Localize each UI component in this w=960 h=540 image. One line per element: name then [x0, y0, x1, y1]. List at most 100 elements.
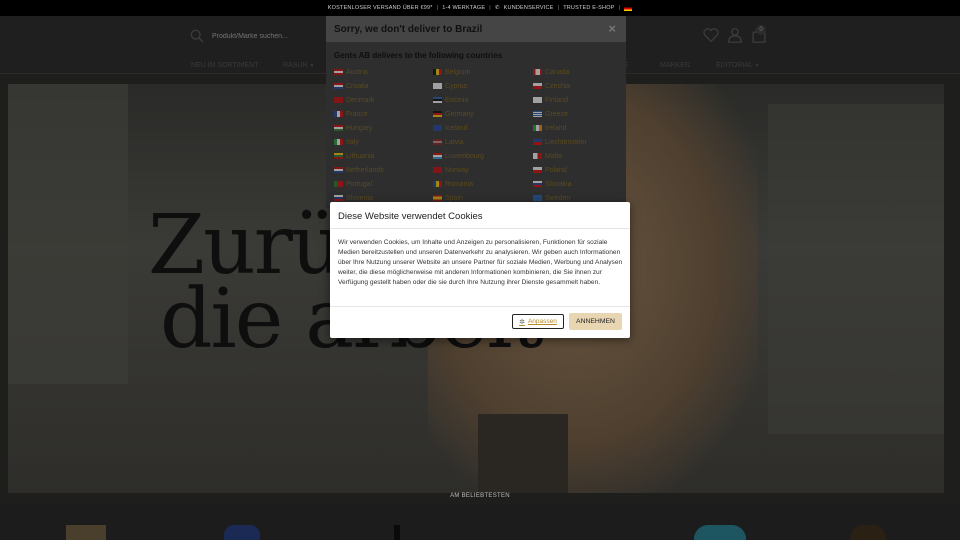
product-carousel — [0, 505, 960, 540]
country-item-lu[interactable]: Luxembourg — [433, 151, 533, 161]
flag-lt-icon — [334, 153, 343, 159]
country-name: Czechia — [545, 82, 571, 90]
chevron-down-icon: ▼ — [754, 63, 760, 69]
product-thumbnail[interactable] — [66, 525, 106, 540]
country-item-mt[interactable]: Malta — [533, 151, 623, 161]
flag-is-icon — [433, 125, 442, 131]
flag-cz-icon — [533, 83, 542, 89]
country-item-pl[interactable]: Poland — [533, 165, 623, 175]
search-bar — [190, 29, 322, 43]
country-item-be[interactable]: Belgium — [433, 67, 533, 77]
country-name: Portugal — [346, 180, 373, 188]
close-icon[interactable]: × — [608, 21, 616, 36]
country-item-nl[interactable]: Netherlands — [334, 165, 433, 175]
accept-cookies-button[interactable]: ANNEHMEN — [569, 313, 622, 330]
header-actions: 0 — [702, 25, 768, 44]
country-name: Finland — [545, 96, 568, 104]
search-input[interactable] — [212, 32, 322, 40]
flag-ro-icon — [433, 181, 442, 187]
shipping-info: KOSTENLOSER VERSAND ÜBER €99* — [327, 5, 433, 11]
wishlist-heart-icon[interactable] — [702, 26, 720, 44]
cart-count-badge: 0 — [756, 25, 766, 35]
country-list: Austria Belgium Canada Croatia Cyprus Czechia… — [334, 67, 624, 203]
flag-pl-icon — [533, 167, 542, 173]
country-name: Croatia — [346, 82, 369, 90]
product-thumbnail[interactable] — [394, 525, 400, 540]
hero-model-legs — [478, 414, 568, 493]
country-item-de[interactable]: Germany — [433, 109, 533, 119]
country-item-cy[interactable]: Cyprus — [433, 81, 533, 91]
trusted-shop-badge[interactable]: TRUSTED E-SHOP — [563, 5, 614, 11]
separator: | — [436, 5, 439, 11]
product-thumbnail[interactable] — [850, 525, 886, 540]
country-name: Cyprus — [445, 82, 468, 90]
country-name: Slovakia — [545, 180, 572, 188]
country-name: Malta — [545, 152, 563, 160]
account-user-icon[interactable] — [726, 26, 744, 44]
product-thumbnail[interactable] — [224, 525, 260, 540]
flag-be-icon — [433, 69, 442, 75]
flag-it-icon — [334, 139, 343, 145]
divider — [330, 306, 630, 307]
country-name: Italy — [346, 138, 359, 146]
country-name: Ireland — [545, 124, 567, 132]
separator: | — [557, 5, 560, 11]
nav-item-brands[interactable]: MARKEN — [660, 62, 690, 69]
country-item-fi[interactable]: Finland — [533, 95, 623, 105]
background-building — [768, 104, 944, 434]
country-name: Spain — [445, 194, 463, 202]
flag-hu-icon — [334, 125, 343, 131]
nav-item-editorial-label: EDITORIAL — [716, 62, 753, 69]
country-name: Romania — [445, 180, 474, 188]
language-flag-icon[interactable] — [624, 5, 633, 11]
customer-service-link[interactable]: KUNDENSERVICE — [504, 5, 554, 11]
country-item-lt[interactable]: Lithuania — [334, 151, 433, 161]
country-item-ro[interactable]: Romania — [433, 179, 533, 189]
country-item-it[interactable]: Italy — [334, 137, 433, 147]
nav-item-editorial[interactable]: EDITORIAL ▼ — [716, 62, 759, 69]
flag-gr-icon — [533, 111, 542, 117]
country-name: Luxembourg — [445, 152, 484, 160]
country-item-sk[interactable]: Slovakia — [533, 179, 623, 189]
flag-fi-icon — [533, 97, 542, 103]
flag-no-icon — [433, 167, 442, 173]
flag-es-icon — [433, 195, 442, 201]
modal-header: Sorry, we don't deliver to Brazil × — [326, 16, 626, 42]
nav-item-new[interactable]: NEU IM SORTIMENT — [191, 62, 259, 69]
section-title: AM BELIEBTESTEN — [450, 493, 510, 499]
nav-item-shave[interactable]: RASUR ▼ — [283, 62, 314, 69]
product-thumbnail[interactable] — [694, 525, 746, 540]
flag-dk-icon — [334, 97, 343, 103]
customize-cookies-button[interactable]: ✲ Anpassen — [512, 314, 564, 329]
country-item-dk[interactable]: Denmark — [334, 95, 433, 105]
separator: | — [489, 5, 491, 11]
flag-lu-icon — [433, 153, 442, 159]
country-name: Canada — [545, 68, 570, 76]
country-name: Greece — [545, 110, 568, 118]
country-item-li[interactable]: Liechtenstein — [533, 137, 623, 147]
flag-fr-icon — [334, 111, 343, 117]
country-item-lv[interactable]: Latvia — [433, 137, 533, 147]
country-item-fr[interactable]: France — [334, 109, 433, 119]
background-building — [8, 84, 128, 384]
country-item-pt[interactable]: Portugal — [334, 179, 433, 189]
gear-icon: ✲ — [519, 318, 525, 326]
country-item-hu[interactable]: Hungary — [334, 123, 433, 133]
country-item-cz[interactable]: Czechia — [533, 81, 623, 91]
flag-ca-icon — [533, 69, 542, 75]
country-name: Netherlands — [346, 166, 384, 174]
country-item-is[interactable]: Iceland — [433, 123, 533, 133]
country-name: Lithuania — [346, 152, 375, 160]
nav-item-shave-label: RASUR — [283, 62, 308, 69]
top-info-bar: KOSTENLOSER VERSAND ÜBER €99* | 1-4 WERK… — [0, 0, 960, 16]
country-item-at[interactable]: Austria — [334, 67, 433, 77]
country-item-ie[interactable]: Ireland — [533, 123, 623, 133]
flag-at-icon — [334, 69, 343, 75]
country-item-ee[interactable]: Estonia — [433, 95, 533, 105]
search-icon[interactable] — [190, 29, 204, 43]
country-item-hr[interactable]: Croatia — [334, 81, 433, 91]
country-item-ca[interactable]: Canada — [533, 67, 623, 77]
country-item-gr[interactable]: Greece — [533, 109, 623, 119]
modal-subtitle: Gents AB delivers to the following count… — [334, 51, 503, 60]
country-item-no[interactable]: Norway — [433, 165, 533, 175]
